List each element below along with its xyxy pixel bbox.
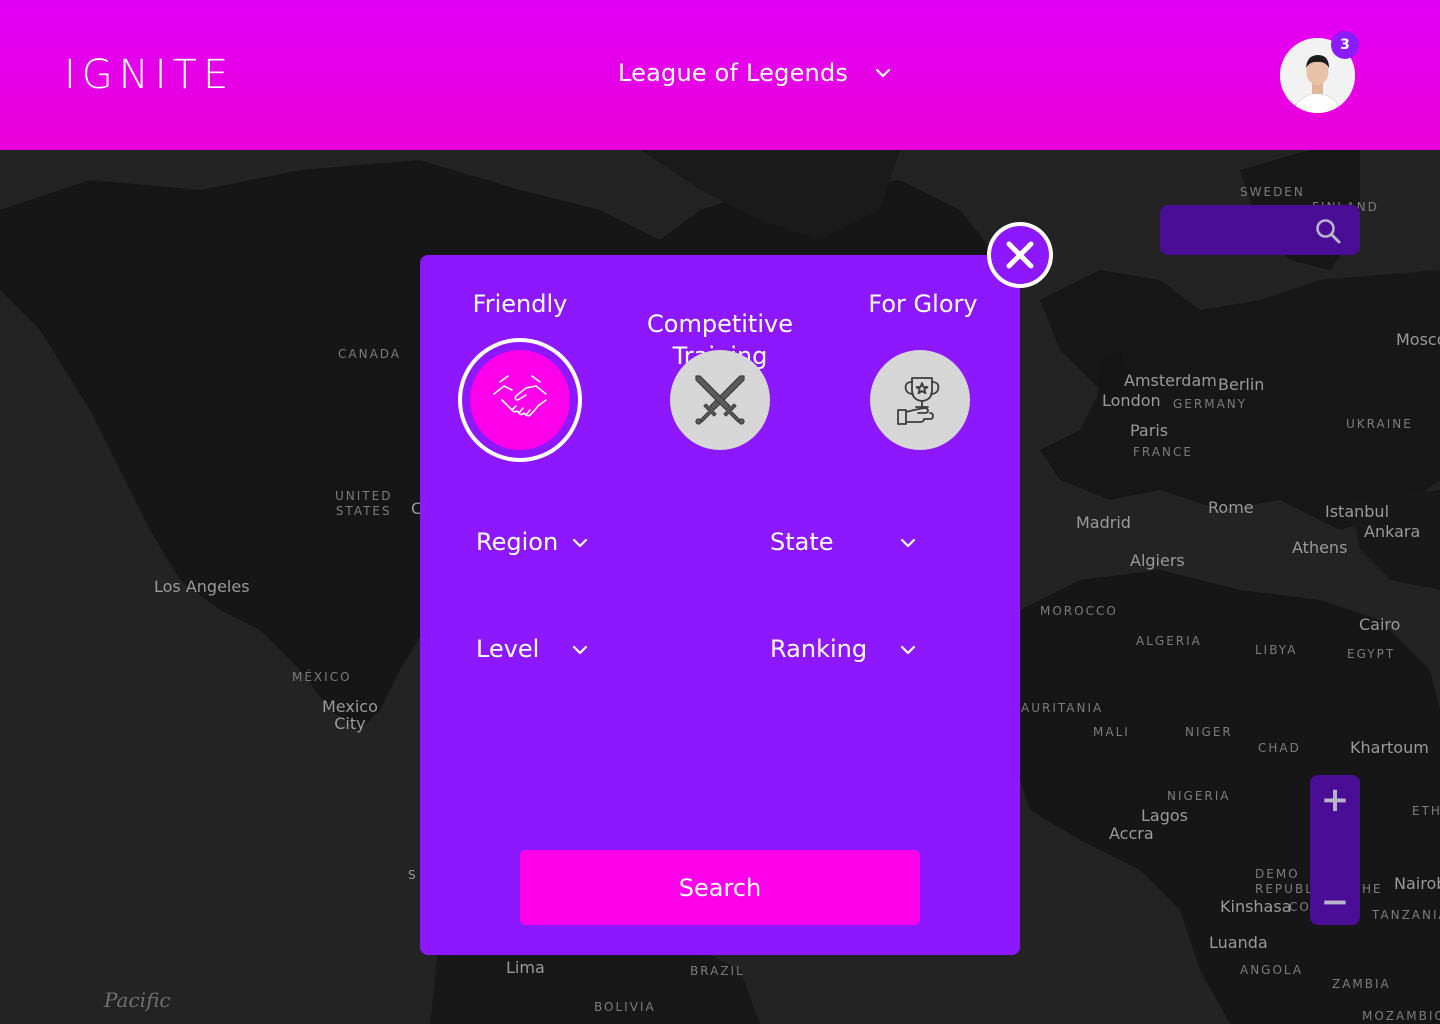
map-label-moscow: Mosco — [1396, 330, 1440, 349]
map-label-bolivia: BOLIVIA — [594, 1000, 656, 1014]
map-label-athens: Athens — [1292, 538, 1348, 557]
map-label-partial-s: S — [408, 868, 416, 882]
trophy-hand-icon — [897, 377, 940, 425]
state-dropdown[interactable]: State — [770, 522, 916, 562]
map-label-nigeria: NIGERIA — [1167, 789, 1231, 803]
map-zoom-control: + − — [1310, 775, 1360, 925]
mode-friendly[interactable]: Friendly — [420, 288, 620, 320]
map-label-madrid: Madrid — [1076, 513, 1131, 532]
map-label-london: London — [1102, 391, 1161, 410]
map-label-mozambique: MOZAMBIQ — [1362, 1009, 1440, 1023]
chevron-down-icon — [571, 641, 589, 659]
ranking-dropdown-label: Ranking — [770, 635, 868, 663]
map-label-mexico-city: Mexico City — [322, 697, 378, 733]
map-label-pacific: Pacific — [104, 988, 171, 1012]
map-label-luanda: Luanda — [1209, 933, 1268, 952]
region-dropdown-label: Region — [476, 528, 559, 556]
mode-for-glory-button[interactable] — [870, 350, 970, 450]
chevron-down-icon — [899, 534, 917, 552]
map-label-partial-he: HE — [1362, 882, 1383, 896]
map-label-france: FRANCE — [1133, 445, 1193, 459]
map-label-zambia: ZAMBIA — [1332, 977, 1391, 991]
top-header: IGNITE League of Legends 3 — [0, 0, 1440, 150]
map-label-angola: ANGOLA — [1240, 963, 1304, 977]
map-label-khartoum: Khartoum — [1350, 738, 1429, 757]
map-label-sweden: SWEDEN — [1240, 185, 1305, 199]
map-label-mauritania: AURITANIA — [1021, 701, 1104, 715]
map-label-united-states: UNITED STATES — [335, 489, 393, 518]
map-label-brazil: BRAZIL — [690, 964, 745, 978]
app-logo[interactable]: IGNITE — [64, 52, 234, 98]
map-label-tanzania: TANZANIA — [1372, 908, 1440, 922]
map-label-rome: Rome — [1208, 498, 1254, 517]
map-label-lagos: Lagos — [1141, 806, 1188, 825]
mode-for-glory-label: For Glory — [868, 290, 978, 318]
map-label-egypt: EGYPT — [1347, 647, 1396, 661]
mode-friendly-button[interactable] — [470, 350, 570, 450]
map-label-nairobi: Nairob — [1394, 874, 1440, 893]
map-label-kinshasa: Kinshasa — [1220, 897, 1292, 916]
search-button[interactable]: Search — [520, 850, 920, 925]
map-label-ethiopia: ETH — [1412, 804, 1440, 818]
mode-for-glory[interactable]: For Glory — [823, 288, 1023, 320]
zoom-in-button[interactable]: + — [1310, 775, 1360, 825]
region-dropdown[interactable]: Region — [476, 522, 588, 562]
level-dropdown-label: Level — [476, 635, 540, 663]
zoom-out-button[interactable]: − — [1310, 877, 1360, 927]
mode-competitive-button[interactable] — [670, 350, 770, 450]
map-label-ankara: Ankara — [1364, 522, 1421, 541]
close-icon — [1006, 241, 1034, 269]
map-label-cairo: Cairo — [1359, 615, 1401, 634]
notification-badge[interactable]: 3 — [1331, 31, 1359, 59]
map-search-box[interactable] — [1160, 205, 1360, 255]
map-label-paris: Paris — [1130, 421, 1169, 440]
map-label-accra: Accra — [1109, 824, 1154, 843]
map-label-berlin: Berlin — [1218, 375, 1265, 394]
state-dropdown-label: State — [770, 528, 834, 556]
map-label-libya: LIBYA — [1255, 643, 1298, 657]
map-label-los-angeles: Los Angeles — [154, 577, 250, 596]
map-search-input[interactable] — [1172, 215, 1312, 245]
chevron-down-icon — [571, 534, 589, 552]
game-selector-dropdown[interactable]: League of Legends — [618, 56, 892, 90]
map-label-niger: NIGER — [1185, 725, 1233, 739]
ranking-dropdown[interactable]: Ranking — [770, 629, 916, 669]
map-label-morocco: MOROCCO — [1040, 604, 1118, 618]
map-label-algeria: ALGERIA — [1136, 634, 1202, 648]
game-selector-label: League of Legends — [618, 59, 849, 87]
map-label-istanbul: Istanbul — [1325, 502, 1390, 521]
map-label-amsterdam: Amsterdam — [1124, 371, 1217, 390]
map-label-mali: MALI — [1093, 725, 1130, 739]
mode-friendly-label: Friendly — [472, 290, 568, 318]
map-label-algiers: Algiers — [1130, 551, 1185, 570]
crossed-swords-icon — [695, 375, 745, 425]
handshake-icon — [493, 375, 547, 417]
map-label-canada: CANADA — [338, 347, 402, 361]
chevron-down-icon — [899, 641, 917, 659]
map-label-germany: GERMANY — [1173, 397, 1248, 411]
chevron-down-icon — [874, 64, 892, 82]
map-label-mexico: MÉXICO — [292, 670, 352, 684]
level-dropdown[interactable]: Level — [476, 629, 588, 669]
close-modal-button[interactable] — [987, 222, 1053, 288]
search-icon[interactable] — [1314, 217, 1342, 245]
map-label-chad: CHAD — [1258, 741, 1301, 755]
map-label-lima: Lima — [506, 958, 545, 977]
map-label-ukraine: UKRAINE — [1346, 417, 1413, 431]
map-label-partial-co: CO — [1289, 900, 1311, 914]
